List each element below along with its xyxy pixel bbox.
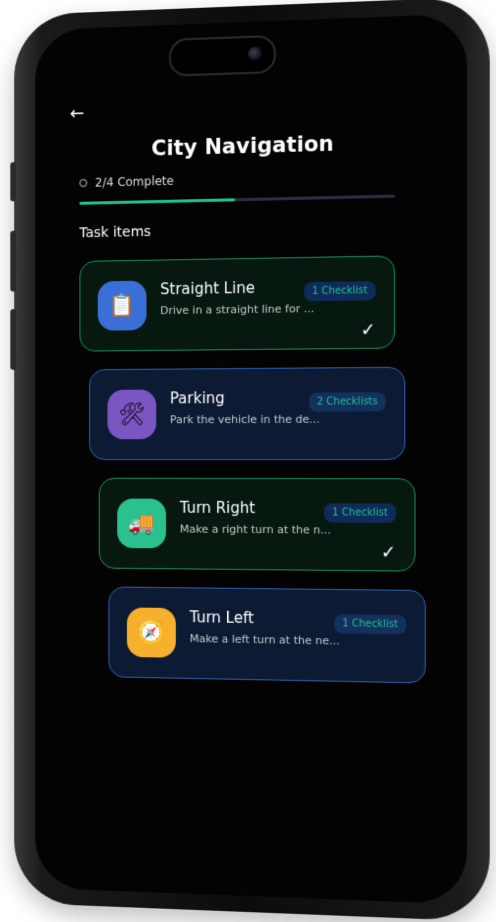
checklist-badge: 1 Checklist [324, 503, 397, 523]
task-description: Make a right turn at the n... [179, 522, 331, 537]
progress-text: 2/4 Complete [94, 173, 174, 190]
clipboard-icon: 📋 [97, 280, 147, 331]
progress-bar [79, 194, 396, 205]
volume-up-button [10, 230, 17, 292]
task-title: Parking [169, 389, 225, 408]
check-icon: ✓ [360, 319, 376, 341]
screen: ← City Navigation 2/4 Complete Task item… [35, 13, 467, 905]
section-title: Task items [79, 223, 151, 242]
task-description: Make a left turn at the ne... [189, 632, 340, 648]
task-title: Turn Left [189, 608, 254, 628]
compass-icon: 🧭 [126, 607, 176, 658]
task-card-straight-line[interactable]: 📋 Straight Line Drive in a straight line… [79, 255, 396, 352]
task-description: Park the vehicle in the de... [169, 412, 320, 427]
checklist-badge: 2 Checklists [308, 392, 386, 412]
task-description: Drive in a straight line for ... [160, 302, 315, 318]
dynamic-island [168, 34, 276, 77]
tools-icon: 🛠 [107, 389, 157, 440]
task-card-turn-left[interactable]: 🧭 Turn Left Make a left turn at the ne..… [108, 586, 426, 684]
checklist-badge: 1 Checklist [334, 614, 407, 635]
volume-down-button [10, 309, 17, 370]
progress-fill [79, 198, 236, 205]
task-card-parking[interactable]: 🛠 Parking Park the vehicle in the de... … [89, 366, 406, 461]
truck-icon: 🚚 [117, 498, 167, 549]
task-card-turn-right[interactable]: 🚚 Turn Right Make a right turn at the n.… [98, 477, 416, 572]
camera-icon [247, 46, 262, 61]
page-title: City Navigation [151, 131, 334, 161]
task-title: Turn Right [179, 498, 256, 518]
checklist-badge: 1 Checklist [303, 281, 376, 302]
phone-frame: ← City Navigation 2/4 Complete Task item… [10, 0, 490, 922]
back-arrow-icon[interactable]: ← [70, 103, 87, 124]
progress-row: 2/4 Complete [79, 173, 174, 190]
silent-switch [10, 162, 17, 202]
progress-dot-icon [79, 178, 88, 188]
check-icon: ✓ [380, 541, 397, 564]
task-title: Straight Line [160, 278, 255, 299]
